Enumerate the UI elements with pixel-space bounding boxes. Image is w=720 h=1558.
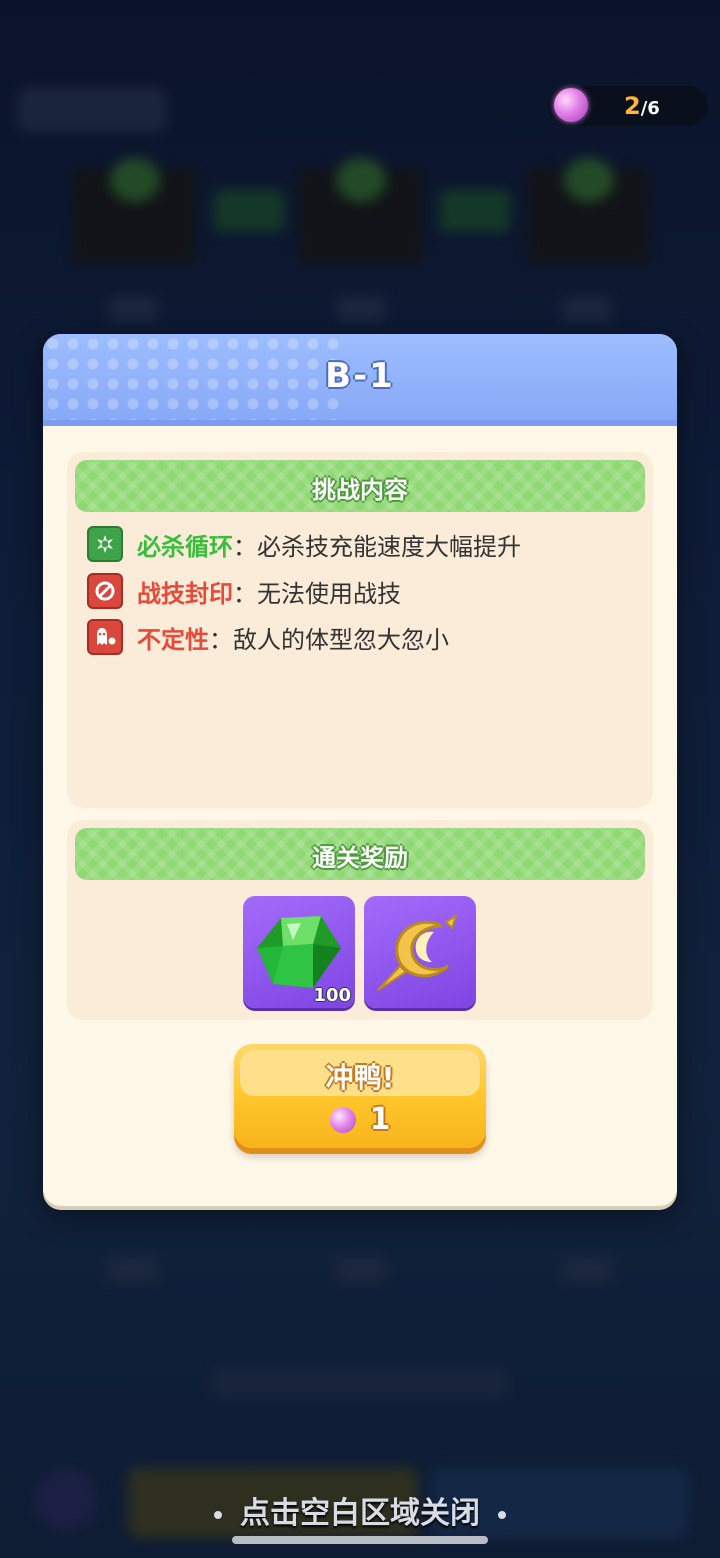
energy-current: 2 — [624, 92, 641, 120]
energy-orb-icon — [554, 88, 588, 122]
rewards-heading: 通关奖励 — [312, 844, 408, 872]
rewards-heading-bar: 通关奖励 — [75, 828, 645, 880]
rule-separator: ： — [233, 532, 257, 561]
modal-header: B-1 — [43, 334, 677, 426]
start-button-label: 冲鸭! — [325, 1061, 395, 1094]
ultimate-cycle-icon — [87, 526, 123, 562]
reward-item[interactable] — [364, 896, 476, 1008]
rewards-panel: 通关奖励 100 — [67, 820, 653, 1020]
start-challenge-button[interactable]: 冲鸭! 1 — [234, 1044, 486, 1148]
close-hint-text: 点击空白区域关闭 — [240, 1496, 480, 1531]
instability-icon — [87, 619, 123, 655]
energy-counter: 2/6 — [548, 86, 708, 126]
rule-name: 必杀循环 — [137, 532, 233, 561]
home-indicator[interactable] — [232, 1536, 488, 1544]
cost-value: 1 — [369, 1102, 391, 1137]
rule-separator: ： — [209, 625, 233, 654]
reward-item[interactable]: 100 — [243, 896, 355, 1008]
rule-name: 不定性 — [137, 625, 209, 654]
rule-description: 敌人的体型忽大忽小 — [233, 625, 449, 654]
rule-separator: ： — [233, 579, 257, 608]
rule-item: 不定性 ： 敌人的体型忽大忽小 — [87, 619, 449, 655]
golden-crescent-icon — [377, 913, 458, 991]
energy-max: 6 — [647, 98, 660, 119]
rule-item: 战技封印 ： 无法使用战技 — [87, 573, 401, 609]
skill-seal-icon — [87, 573, 123, 609]
energy-text: 2/6 — [624, 92, 660, 120]
start-button-cost: 1 — [234, 1102, 486, 1137]
rule-name: 战技封印 — [137, 579, 233, 608]
hint-dot-left — [214, 1510, 222, 1519]
stage-modal: B-1 挑战内容 必杀循环 ： 必杀技充能速度大幅提升 战技封印 ： 无法使用战… — [43, 334, 677, 1206]
reward-count: 100 — [313, 985, 351, 1006]
rule-item: 必杀循环 ： 必杀技充能速度大幅提升 — [87, 526, 521, 562]
energy-orb-icon — [329, 1106, 356, 1133]
rule-description: 必杀技充能速度大幅提升 — [257, 532, 521, 561]
close-hint[interactable]: 点击空白区域关闭 — [0, 1488, 720, 1532]
rule-description: 无法使用战技 — [257, 579, 401, 608]
challenge-heading: 挑战内容 — [312, 476, 408, 504]
challenge-panel: 挑战内容 必杀循环 ： 必杀技充能速度大幅提升 战技封印 ： 无法使用战技 不定… — [67, 452, 653, 808]
hint-dot-right — [498, 1510, 506, 1519]
challenge-heading-bar: 挑战内容 — [75, 460, 645, 512]
modal-title: B-1 — [325, 356, 395, 396]
